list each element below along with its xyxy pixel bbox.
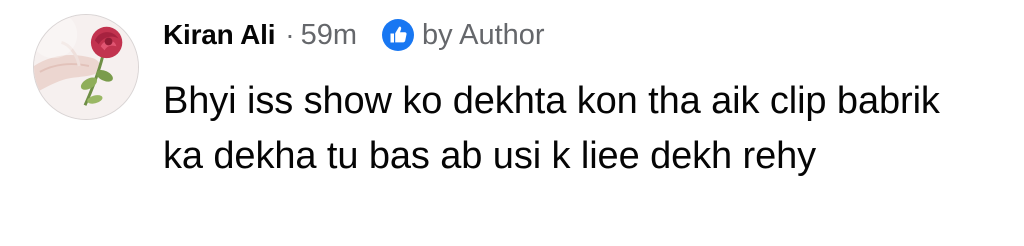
comment-header: Kiran Ali · 59m by Author: [163, 14, 545, 56]
comment-time[interactable]: 59m: [301, 19, 357, 52]
avatar[interactable]: [33, 14, 139, 120]
separator-dot: ·: [285, 19, 295, 50]
comment: Kiran Ali · 59m by Author Bhyi iss show …: [0, 0, 1024, 246]
avatar-rose-image: [34, 15, 138, 119]
comment-text: Bhyi iss show ko dekhta kon tha aik clip…: [163, 80, 940, 177]
thumbs-up-icon: [381, 18, 415, 52]
author-badge-label: by Author: [422, 18, 545, 51]
author-name[interactable]: Kiran Ali: [163, 19, 275, 51]
